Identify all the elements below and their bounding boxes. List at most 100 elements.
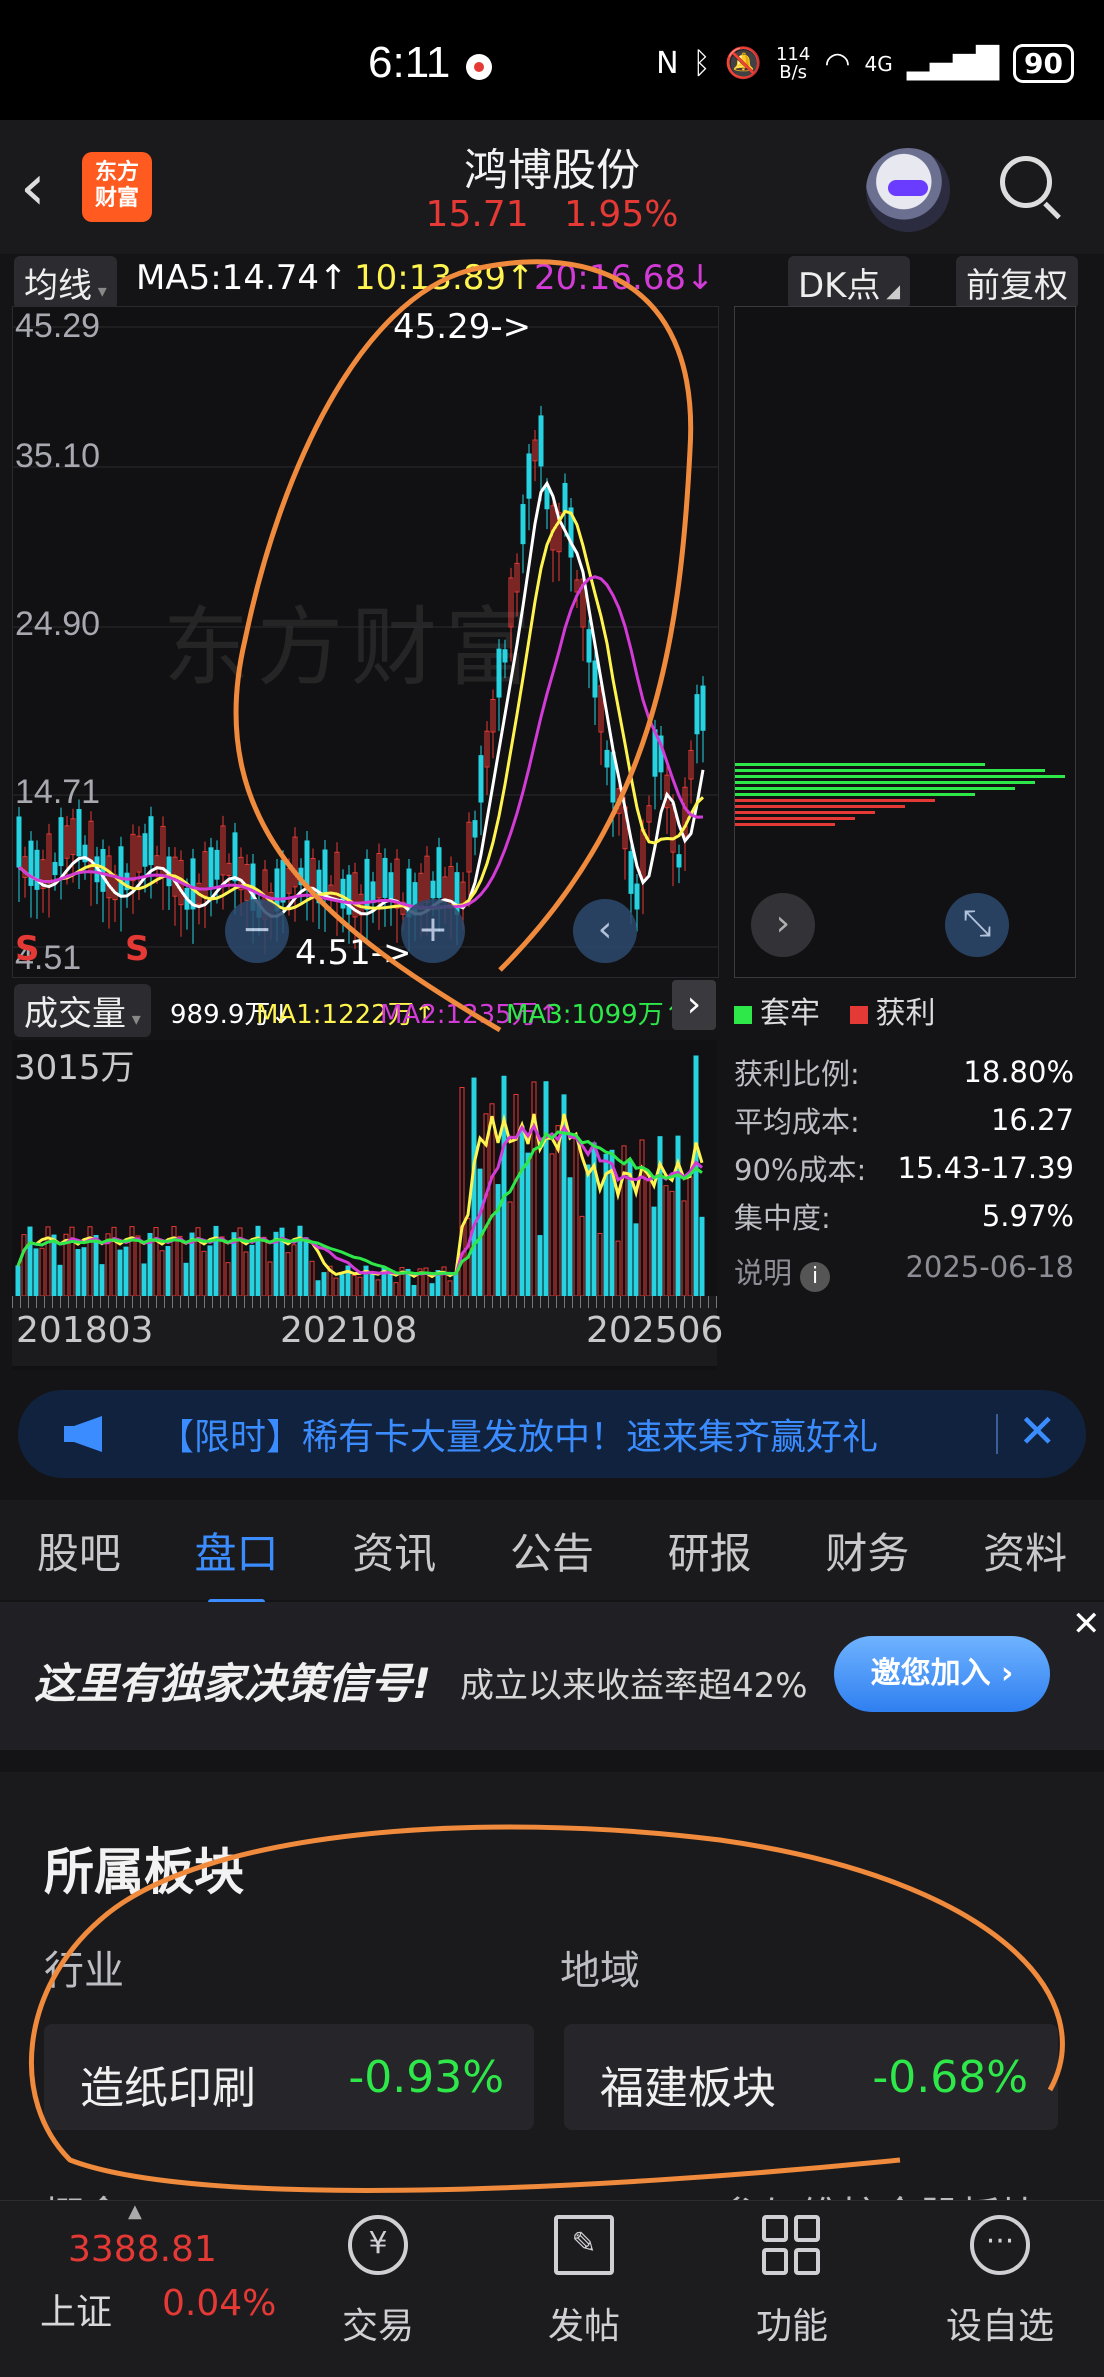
ma5-value: MA5:14.74↑ — [136, 258, 348, 298]
volume-bar — [357, 1276, 363, 1296]
industry-card[interactable]: 造纸印刷 -0.93% — [44, 2024, 534, 2130]
nav-watchlist-settings[interactable]: ··· 设自选 — [930, 2215, 1070, 2349]
tab-profile[interactable]: 资料 — [977, 1520, 1073, 1581]
candle-body — [304, 840, 310, 888]
dk-point-select[interactable]: DK点 ◢ — [788, 256, 911, 309]
zoom-out-icon[interactable]: − — [225, 899, 289, 963]
volume-bar — [549, 1153, 555, 1296]
volume-bar — [75, 1249, 81, 1296]
explain-link[interactable]: 说明 i — [734, 1250, 831, 1292]
volume-bar — [123, 1246, 129, 1296]
banner-text[interactable]: 【限时】稀有卡大量发放中！速来集齐赢好礼 — [158, 1408, 878, 1460]
candle-body — [502, 649, 508, 663]
zoom-in-icon[interactable]: + — [401, 899, 465, 963]
candle-body — [382, 857, 388, 898]
candle-body — [634, 883, 640, 910]
candle-body — [478, 755, 484, 803]
adjust-mode-select[interactable]: 前复权 — [956, 256, 1078, 309]
ad-close-icon[interactable]: ✕ — [1072, 1604, 1101, 1644]
nav-post[interactable]: ✎ 发帖 — [514, 2215, 654, 2349]
volume-bar — [387, 1270, 393, 1296]
ad-banner[interactable]: 这里有独家决策信号! 成立以来收益率超42% 邀您加入 › ✕ — [0, 1602, 1104, 1750]
y-label-4: 14.71 — [15, 773, 101, 811]
chip-bar — [735, 793, 975, 796]
candle-body — [526, 453, 532, 499]
screen-record-icon — [466, 54, 492, 80]
ad-join-button[interactable]: 邀您加入 › — [834, 1636, 1050, 1712]
candle-body — [208, 847, 214, 888]
volume-max-label: 3015万 — [14, 1048, 135, 1088]
chip-bar — [735, 805, 905, 808]
scroll-left-icon[interactable]: ‹ — [573, 899, 637, 963]
tab-guba[interactable]: 股吧 — [31, 1520, 127, 1581]
region-label: 地域 — [560, 1948, 640, 1994]
sh-index-value[interactable]: 3388.81 — [68, 2229, 217, 2270]
tab-news[interactable]: 资讯 — [346, 1520, 442, 1581]
volume-bar — [495, 1184, 501, 1296]
volume-bar — [657, 1136, 663, 1296]
volume-bar — [369, 1272, 375, 1296]
robot-assistant-avatar[interactable] — [866, 148, 950, 232]
volume-bar — [15, 1265, 21, 1296]
ad-headline: 这里有独家决策信号! — [34, 1659, 432, 1708]
date-axis: 201803 202108 202506 — [12, 1296, 723, 1366]
y-label-3: 24.90 — [15, 605, 101, 643]
promo-banner[interactable]: 【限时】稀有卡大量发放中！速来集齐赢好礼 ✕ — [18, 1390, 1086, 1478]
search-icon[interactable] — [1000, 156, 1052, 208]
expand-indicators-icon[interactable]: › — [672, 980, 716, 1030]
ma10-value: 10:13.89↑ — [354, 258, 535, 298]
stat-row: 90%成本: 15.43-17.39 — [734, 1151, 1074, 1187]
net-speed: 114 B/s — [775, 43, 811, 83]
tab-research[interactable]: 研报 — [662, 1520, 758, 1581]
volume-bar — [489, 1103, 495, 1296]
chip-prev-icon[interactable]: › — [751, 893, 815, 957]
chip-distribution-chart[interactable]: › ⤡ — [734, 306, 1076, 978]
tab-finance[interactable]: 财务 — [819, 1520, 915, 1581]
ma-indicator-bar: 均线 ▾ MA5:14.74↑ 10:13.89↑ 20:16.68↓ DK点 … — [0, 254, 1104, 309]
volume-bar — [651, 1206, 657, 1296]
volume-bar — [663, 1185, 669, 1296]
volume-bar — [585, 1164, 591, 1296]
candle-body — [76, 809, 82, 857]
tab-announcements[interactable]: 公告 — [504, 1520, 600, 1581]
sh-index-change[interactable]: 0.04% — [162, 2283, 276, 2324]
candle-body — [16, 816, 22, 868]
volume-bar — [693, 1055, 699, 1296]
mute-icon: 🔕 — [724, 46, 762, 81]
candle-body — [58, 817, 64, 867]
volume-bar — [93, 1235, 99, 1296]
volume-bar — [411, 1284, 417, 1296]
candle-body — [604, 749, 610, 768]
volume-bar — [351, 1275, 357, 1296]
volume-select[interactable]: 成交量 ▾ — [14, 984, 151, 1037]
stock-header: ‹ 东方 财富 鸿博股份 15.71 1.95% — [0, 120, 1104, 254]
volume-bar — [573, 1137, 579, 1296]
kline-svg — [13, 326, 718, 955]
kline-chart[interactable]: 东方财富 45.29 35.10 24.90 14.71 4.51 45.29-… — [12, 306, 719, 978]
legend-profit: 获利 — [875, 996, 936, 1031]
candle-body — [544, 487, 550, 510]
candle-body — [346, 874, 352, 915]
banner-divider — [996, 1414, 998, 1454]
index-expand-icon[interactable]: ▲ — [128, 2201, 142, 2222]
close-icon[interactable]: ✕ — [1018, 1404, 1057, 1458]
volume-bar — [315, 1280, 321, 1296]
battery-indicator: 90 — [1013, 44, 1074, 83]
ma-toggle[interactable]: 均线 ▾ — [14, 256, 117, 309]
candle-body — [586, 629, 592, 663]
sh-index-name[interactable]: 上证 — [40, 2283, 112, 2335]
chip-bar — [735, 775, 1065, 778]
volume-bar — [207, 1245, 213, 1296]
info-icon[interactable]: i — [800, 1262, 831, 1292]
tab-pankou[interactable]: 盘口 — [189, 1520, 285, 1605]
candle-body — [142, 833, 148, 867]
candle-body — [322, 849, 328, 899]
region-card[interactable]: 福建板块 -0.68% — [564, 2024, 1058, 2130]
volume-bar — [267, 1261, 273, 1296]
edit-icon: ✎ — [554, 2215, 614, 2275]
chip-expand-icon[interactable]: ⤡ — [945, 893, 1009, 957]
nav-trade[interactable]: ¥ 交易 — [308, 2215, 448, 2349]
y-label-1: 45.29 — [15, 307, 101, 345]
nav-features[interactable]: 功能 — [722, 2215, 862, 2349]
volume-bar — [525, 1152, 531, 1296]
